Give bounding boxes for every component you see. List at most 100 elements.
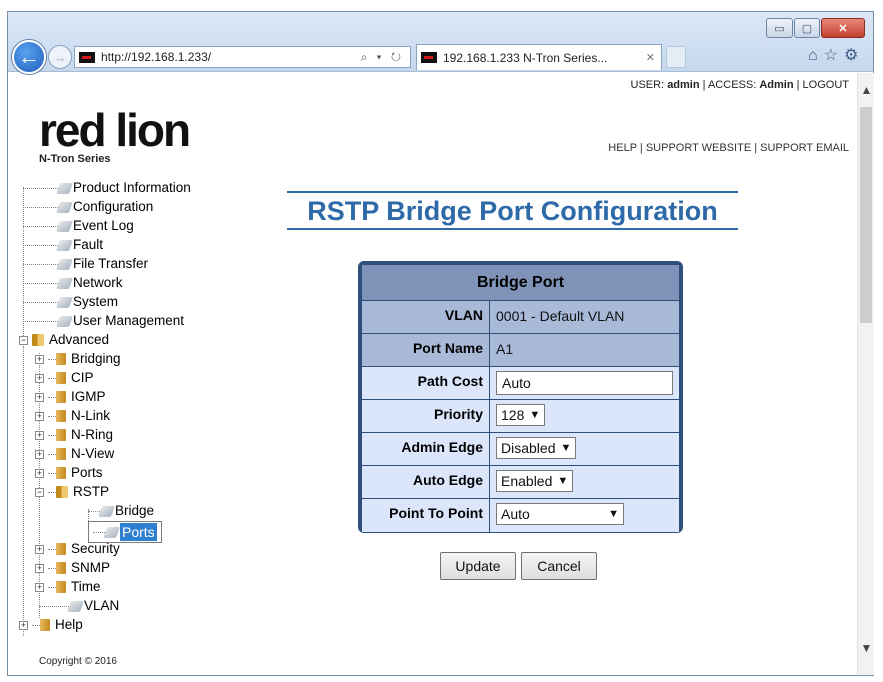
folder-icon <box>56 543 66 555</box>
vlan-row: VLAN 0001 - Default VLAN <box>362 301 679 334</box>
nav-item-snmp[interactable]: + SNMP <box>35 559 110 577</box>
back-button[interactable]: ← <box>12 40 46 74</box>
new-tab-button[interactable] <box>666 46 686 68</box>
page-icon <box>55 220 74 232</box>
expand-icon[interactable]: + <box>35 373 44 383</box>
expand-icon[interactable]: + <box>35 449 44 459</box>
site-favicon-icon <box>79 51 95 63</box>
collapse-icon[interactable]: − <box>19 335 28 345</box>
admin-edge-selected-value: Disabled <box>501 440 556 456</box>
nav-item-time[interactable]: + Time <box>35 578 101 596</box>
admin-edge-select[interactable]: Disabled ▼ <box>496 437 577 459</box>
page-icon <box>55 277 74 289</box>
nav-item-user-management[interactable]: User Management <box>23 312 184 330</box>
toolbar-icons[interactable]: ⌂☆⚙ <box>808 45 864 65</box>
nav-item-bridging[interactable]: + Bridging <box>35 350 121 368</box>
scroll-up-icon[interactable]: ▲ <box>858 83 875 100</box>
panel-title: Bridge Port <box>362 265 679 301</box>
scroll-down-icon[interactable]: ▼ <box>858 641 875 658</box>
auto-edge-row: Auto Edge Enabled ▼ <box>362 466 679 499</box>
expand-icon[interactable]: + <box>35 563 44 573</box>
nav-item-system[interactable]: System <box>23 293 118 311</box>
nav-item-security[interactable]: + Security <box>35 540 120 558</box>
cancel-button[interactable]: Cancel <box>521 552 597 580</box>
nav-item-rstp-bridge[interactable]: Bridge <box>88 502 154 520</box>
user-label: USER: <box>630 79 665 91</box>
browser-window: ▭ ▢ ✕ ← → http://192.168.1.233/ ⌕ ▾ ↻ 19… <box>7 11 874 676</box>
logout-link[interactable]: LOGOUT <box>803 79 849 91</box>
forward-button[interactable]: → <box>48 45 72 69</box>
separator: | <box>702 79 706 91</box>
port-name-label: Port Name <box>362 334 490 366</box>
vlan-value: 0001 - Default VLAN <box>490 301 679 333</box>
nav-item-event-log[interactable]: Event Log <box>23 217 134 235</box>
page-viewport: red lion N-Tron Series USER: admin | ACC… <box>8 73 857 675</box>
nav-item-advanced[interactable]: − Advanced <box>19 331 109 349</box>
scroll-thumb[interactable] <box>860 107 872 323</box>
nav-item-help[interactable]: + Help <box>19 616 83 634</box>
collapse-icon[interactable]: − <box>35 487 44 497</box>
expand-icon[interactable]: + <box>35 411 44 421</box>
priority-label: Priority <box>362 400 490 432</box>
nav-item-cip[interactable]: + CIP <box>35 369 94 387</box>
nav-item-configuration[interactable]: Configuration <box>23 198 153 216</box>
priority-select[interactable]: 128 ▼ <box>496 404 546 426</box>
help-link[interactable]: HELP <box>608 142 637 154</box>
separator: | <box>754 142 758 154</box>
close-window-button[interactable]: ✕ <box>821 18 865 38</box>
expand-icon[interactable]: + <box>35 544 44 554</box>
nav-item-n-link[interactable]: + N-Link <box>35 407 110 425</box>
folder-icon <box>56 429 66 441</box>
page-icon <box>55 239 74 251</box>
folder-icon <box>56 562 66 574</box>
nav-item-fault[interactable]: Fault <box>23 236 103 254</box>
expand-icon[interactable]: + <box>19 620 28 630</box>
path-cost-label: Path Cost <box>362 367 490 399</box>
nav-item-network[interactable]: Network <box>23 274 123 292</box>
expand-icon[interactable]: + <box>35 468 44 478</box>
support-email-link[interactable]: SUPPORT EMAIL <box>760 142 849 154</box>
page-icon <box>55 315 74 327</box>
point-to-point-select[interactable]: Auto ▼ <box>496 503 624 525</box>
browser-tab[interactable]: 192.168.1.233 N-Tron Series... ✕ <box>416 44 662 70</box>
folder-icon <box>56 410 66 422</box>
admin-edge-label: Admin Edge <box>362 433 490 465</box>
nav-item-rstp[interactable]: − RSTP <box>35 483 109 501</box>
expand-icon[interactable]: + <box>35 582 44 592</box>
port-name-row: Port Name A1 <box>362 334 679 367</box>
priority-row: Priority 128 ▼ <box>362 400 679 433</box>
folder-icon <box>40 619 50 631</box>
update-button[interactable]: Update <box>440 552 516 580</box>
nav-item-n-ring[interactable]: + N-Ring <box>35 426 113 444</box>
maximize-button[interactable]: ▢ <box>794 18 820 38</box>
chevron-down-icon: ▼ <box>529 409 541 421</box>
access-value: Admin <box>759 79 794 91</box>
nav-item-igmp[interactable]: + IGMP <box>35 388 106 406</box>
page-icon <box>55 201 74 213</box>
nav-item-vlan[interactable]: VLAN <box>39 597 119 615</box>
folder-icon <box>56 448 66 460</box>
address-url[interactable]: http://192.168.1.233/ <box>101 50 360 64</box>
auto-edge-select[interactable]: Enabled ▼ <box>496 470 574 492</box>
priority-selected-value: 128 <box>501 407 525 423</box>
expand-icon[interactable]: + <box>35 392 44 402</box>
address-bar[interactable]: http://192.168.1.233/ ⌕ ▾ ↻ <box>74 46 411 68</box>
separator: | <box>796 79 800 91</box>
search-refresh-icons[interactable]: ⌕ ▾ ↻ <box>360 50 410 65</box>
user-bar: USER: admin | ACCESS: Admin | LOGOUT <box>631 79 850 91</box>
minimize-button[interactable]: ▭ <box>766 18 793 38</box>
support-website-link[interactable]: SUPPORT WEBSITE <box>646 142 751 154</box>
nav-item-file-transfer[interactable]: File Transfer <box>23 255 148 273</box>
expand-icon[interactable]: + <box>35 430 44 440</box>
point-to-point-selected-value: Auto <box>501 506 530 522</box>
nav-item-product-information[interactable]: Product Information <box>23 179 191 197</box>
forward-arrow-icon: → <box>53 49 67 65</box>
tab-close-icon[interactable]: ✕ <box>646 51 655 64</box>
path-cost-input[interactable]: Auto <box>496 371 673 395</box>
expand-icon[interactable]: + <box>35 354 44 364</box>
nav-item-n-view[interactable]: + N-View <box>35 445 114 463</box>
nav-item-ports[interactable]: + Ports <box>35 464 103 482</box>
help-bar: HELP | SUPPORT WEBSITE | SUPPORT EMAIL <box>608 142 849 154</box>
chevron-down-icon: ▼ <box>608 508 619 520</box>
vertical-scrollbar[interactable]: ▲ ▼ <box>857 73 874 675</box>
